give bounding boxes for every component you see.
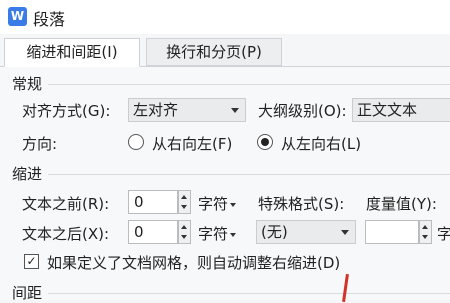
arrow-down-icon	[181, 205, 187, 209]
section-divider	[48, 174, 450, 175]
indent-before-label: 文本之前(R):	[22, 195, 110, 213]
section-divider	[48, 84, 450, 85]
alignment-label: 对齐方式(G):	[22, 102, 111, 120]
alignment-value: 左对齐	[133, 101, 179, 119]
auto-adjust-checkbox[interactable]: ✓	[24, 254, 39, 269]
indent-before-unit[interactable]: 字符	[198, 193, 237, 214]
unit-label: 字	[437, 225, 450, 243]
section-indent-heading: 缩进	[12, 165, 43, 183]
special-format-value: (无)	[261, 223, 288, 241]
special-format-select[interactable]: (无)	[256, 220, 356, 244]
chevron-down-icon	[230, 232, 237, 237]
indent-before-input[interactable]: 0	[128, 190, 178, 214]
ltr-label: 从左向右(L)	[281, 135, 362, 153]
direction-label: 方向:	[22, 135, 58, 153]
arrow-down-icon	[422, 235, 428, 239]
tab-strip: 缩进和间距(I) 换行和分页(P)	[0, 34, 450, 67]
measure-unit[interactable]: 字	[437, 223, 450, 244]
arrow-up-icon	[181, 225, 187, 229]
chevron-down-icon	[341, 230, 349, 235]
chevron-down-icon	[230, 202, 237, 207]
special-format-label: 特殊格式(S):	[258, 195, 345, 213]
tab-indent-spacing[interactable]: 缩进和间距(I)	[4, 38, 140, 67]
wps-writer-icon: W	[8, 7, 27, 26]
measure-spinner[interactable]	[419, 220, 432, 244]
title-bar: W 段落	[0, 0, 450, 34]
rtl-label: 从右向左(F)	[152, 135, 233, 153]
section-general-heading: 常规	[12, 75, 43, 93]
radio-left-to-right[interactable]	[257, 134, 273, 150]
measure-input[interactable]	[365, 220, 419, 244]
arrow-up-icon	[422, 225, 428, 229]
measure-label: 度量值(Y):	[366, 195, 437, 213]
tab-panel: 常规 对齐方式(G): 左对齐 大纲级别(O): 正文文本 方向: 从右向左(F…	[0, 67, 450, 302]
indent-after-input[interactable]: 0	[128, 220, 178, 244]
indent-after-label: 文本之后(X):	[22, 225, 110, 243]
section-divider	[48, 293, 450, 294]
indent-after-spinner[interactable]	[178, 220, 191, 244]
auto-adjust-label: 如果定义了文档网格，则自动调整右缩进(D)	[47, 254, 341, 272]
tab-line-page-breaks[interactable]: 换行和分页(P)	[146, 38, 282, 66]
alignment-select[interactable]: 左对齐	[128, 98, 246, 122]
unit-label: 字符	[198, 195, 229, 213]
outline-level-value: 正文文本	[357, 101, 418, 119]
indent-before-spinner[interactable]	[178, 190, 191, 214]
arrow-up-icon	[181, 195, 187, 199]
arrow-down-icon	[181, 235, 187, 239]
outline-level-select[interactable]: 正文文本	[352, 98, 450, 122]
outline-level-label: 大纲级别(O):	[258, 102, 347, 120]
unit-label: 字符	[198, 225, 229, 243]
radio-right-to-left[interactable]	[128, 134, 144, 150]
chevron-down-icon	[231, 108, 239, 113]
dialog-title: 段落	[33, 10, 66, 29]
indent-after-unit[interactable]: 字符	[198, 223, 237, 244]
